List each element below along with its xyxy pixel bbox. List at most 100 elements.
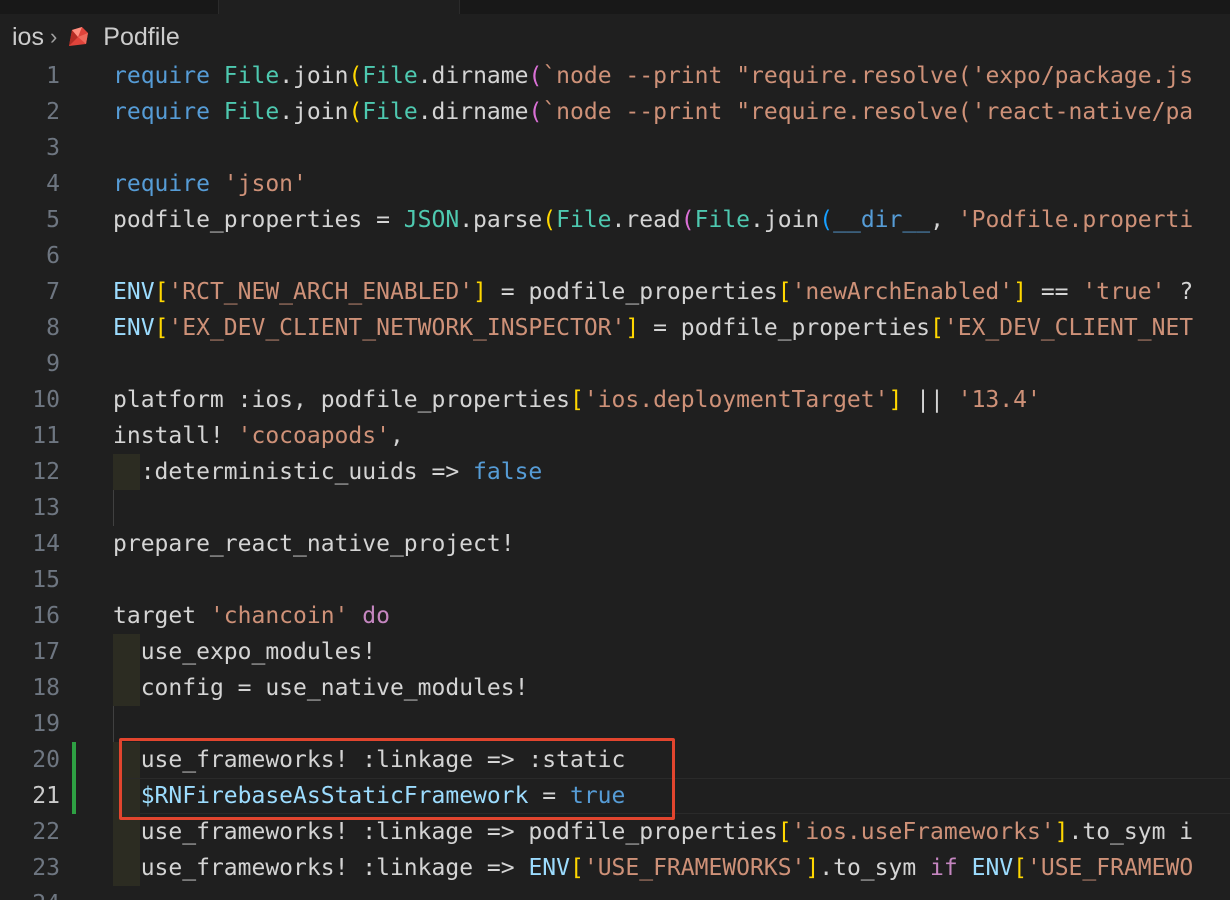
code-token: == — [1026, 279, 1083, 305]
code-token: 'RCT_NEW_ARCH_ENABLED' — [168, 279, 474, 305]
line-number: 16 — [32, 603, 60, 629]
code-line[interactable]: 1 require File.join(File.dirname(`node --… — [0, 58, 1230, 94]
tab-podfile[interactable] — [218, 0, 460, 14]
code-token: .parse — [459, 207, 543, 233]
code-line[interactable]: 15 — [0, 562, 1230, 598]
code-line[interactable]: 6 — [0, 238, 1230, 274]
code-token: File — [362, 63, 418, 89]
code-line[interactable]: 12 :deterministic_uuids => false — [0, 454, 1230, 490]
code-line[interactable]: 9 — [0, 346, 1230, 382]
code-line[interactable]: 23 use_frameworks! :linkage => ENV['USE_… — [0, 850, 1230, 886]
code-token: use_frameworks! :linkage => :static — [140, 747, 626, 773]
code-token: || — [902, 387, 958, 413]
line-number: 6 — [46, 243, 60, 269]
tab-strip — [0, 0, 1230, 14]
code-token: ( — [542, 207, 557, 233]
code-line[interactable]: 16 target 'chancoin' do — [0, 598, 1230, 634]
code-token: use_expo_modules! — [140, 639, 377, 665]
code-line[interactable]: 18 config = use_native_modules! — [0, 670, 1230, 706]
code-token: = — [528, 783, 570, 809]
code-token: .dirname — [417, 99, 529, 125]
code-token: [ — [154, 279, 169, 305]
code-token: .join — [279, 63, 349, 89]
code-token: ( — [348, 63, 363, 89]
code-lines[interactable]: 1 require File.join(File.dirname(`node --… — [0, 58, 1230, 900]
code-token: , — [930, 207, 958, 233]
line-number: 2 — [46, 99, 60, 125]
line-text: platform :ios, podfile_properties['ios.d… — [113, 382, 1041, 418]
code-token: require — [113, 171, 210, 197]
code-token: File — [223, 99, 280, 125]
code-line[interactable]: 17 use_expo_modules! — [0, 634, 1230, 670]
code-token: 'newArchEnabled' — [791, 279, 1014, 305]
code-token: [ — [1013, 855, 1028, 881]
code-token: ENV — [528, 855, 570, 881]
code-token: ] — [805, 855, 820, 881]
indent-guide — [113, 490, 114, 526]
code-line[interactable]: 3 — [0, 130, 1230, 166]
line-text: $RNFirebaseAsStaticFramework = true — [113, 778, 626, 814]
line-text: :deterministic_uuids => false — [113, 454, 543, 490]
line-text: podfile_properties = JSON.parse(File.rea… — [113, 202, 1193, 238]
code-token: File — [694, 207, 751, 233]
line-text: require File.join(File.dirname(`node --p… — [113, 94, 1193, 130]
code-token: 'ios.useFrameworks' — [791, 819, 1055, 845]
code-line[interactable]: 19 — [0, 706, 1230, 742]
code-token: prepare_react_native_project! — [113, 531, 515, 557]
line-number: 3 — [46, 135, 60, 161]
code-line[interactable]: 5 podfile_properties = JSON.parse(File.re… — [0, 202, 1230, 238]
breadcrumb-file[interactable]: Podfile — [103, 23, 179, 52]
code-token: ENV — [113, 315, 155, 341]
code-editor[interactable]: ios › Podfile 1 require File.join(File.di… — [0, 0, 1230, 900]
code-token: ( — [528, 99, 543, 125]
code-line[interactable]: 2 require File.join(File.dirname(`node --… — [0, 94, 1230, 130]
code-token: ( — [528, 63, 543, 89]
gutter-added-marker — [72, 742, 76, 778]
ruby-icon — [65, 24, 91, 50]
code-line[interactable]: 22 use_frameworks! :linkage => podfile_p… — [0, 814, 1230, 850]
code-token: 'true' — [1082, 279, 1166, 305]
code-token: `node --print "require.resolve('react-na… — [542, 99, 1194, 125]
code-token: 'ios.deploymentTarget' — [583, 387, 889, 413]
code-token: [ — [154, 315, 169, 341]
code-token: ] — [1013, 279, 1027, 305]
line-text: use_expo_modules! — [113, 634, 376, 670]
code-token: :deterministic_uuids => — [140, 459, 474, 485]
code-line[interactable]: 13 — [0, 490, 1230, 526]
code-line[interactable]: 21 $RNFirebaseAsStaticFramework = true — [0, 778, 1230, 814]
code-line[interactable]: 10 platform :ios, podfile_properties['ios… — [0, 382, 1230, 418]
breadcrumb: ios › Podfile — [12, 20, 180, 54]
code-token: File — [362, 99, 418, 125]
code-token: ] — [1054, 819, 1069, 845]
code-line[interactable]: 7 ENV['RCT_NEW_ARCH_ENABLED'] = podfile_p… — [0, 274, 1230, 310]
code-token: ENV — [971, 855, 1014, 881]
line-number: 12 — [32, 459, 60, 485]
code-token: [ — [777, 819, 792, 845]
line-text: target 'chancoin' do — [113, 598, 390, 634]
code-line[interactable]: 4 require 'json' — [0, 166, 1230, 202]
code-token: 'USE_FRAMEWO — [1027, 855, 1194, 881]
code-token: config = use_native_modules! — [140, 675, 529, 701]
code-line[interactable]: 11 install! 'cocoapods', — [0, 418, 1230, 454]
line-text: install! 'cocoapods', — [113, 418, 404, 454]
code-token: = podfile_properties — [486, 279, 778, 305]
code-line[interactable]: 14 prepare_react_native_project! — [0, 526, 1230, 562]
code-token: platform :ios, podfile_properties — [113, 387, 570, 413]
code-token: .to_sym i — [1068, 819, 1194, 845]
code-token: use_frameworks! :linkage => — [140, 855, 529, 881]
code-line[interactable]: 20 use_frameworks! :linkage => :static — [0, 742, 1230, 778]
code-token: __dir__ — [833, 207, 931, 233]
breadcrumb-folder[interactable]: ios — [12, 23, 44, 52]
line-text: use_frameworks! :linkage => podfile_prop… — [113, 814, 1193, 850]
line-text: ENV['RCT_NEW_ARCH_ENABLED'] = podfile_pr… — [113, 274, 1193, 310]
code-line[interactable]: 24 — [0, 886, 1230, 900]
code-token: File — [556, 207, 612, 233]
code-token: $RNFirebaseAsStaticFramework — [140, 783, 529, 809]
code-line[interactable]: 8 ENV['EX_DEV_CLIENT_NETWORK_INSPECTOR'] … — [0, 310, 1230, 346]
code-token: use_frameworks! :linkage => podfile_prop… — [140, 819, 778, 845]
code-token: if — [930, 855, 958, 881]
code-token: .read — [611, 207, 681, 233]
gutter-added-marker — [72, 778, 76, 814]
